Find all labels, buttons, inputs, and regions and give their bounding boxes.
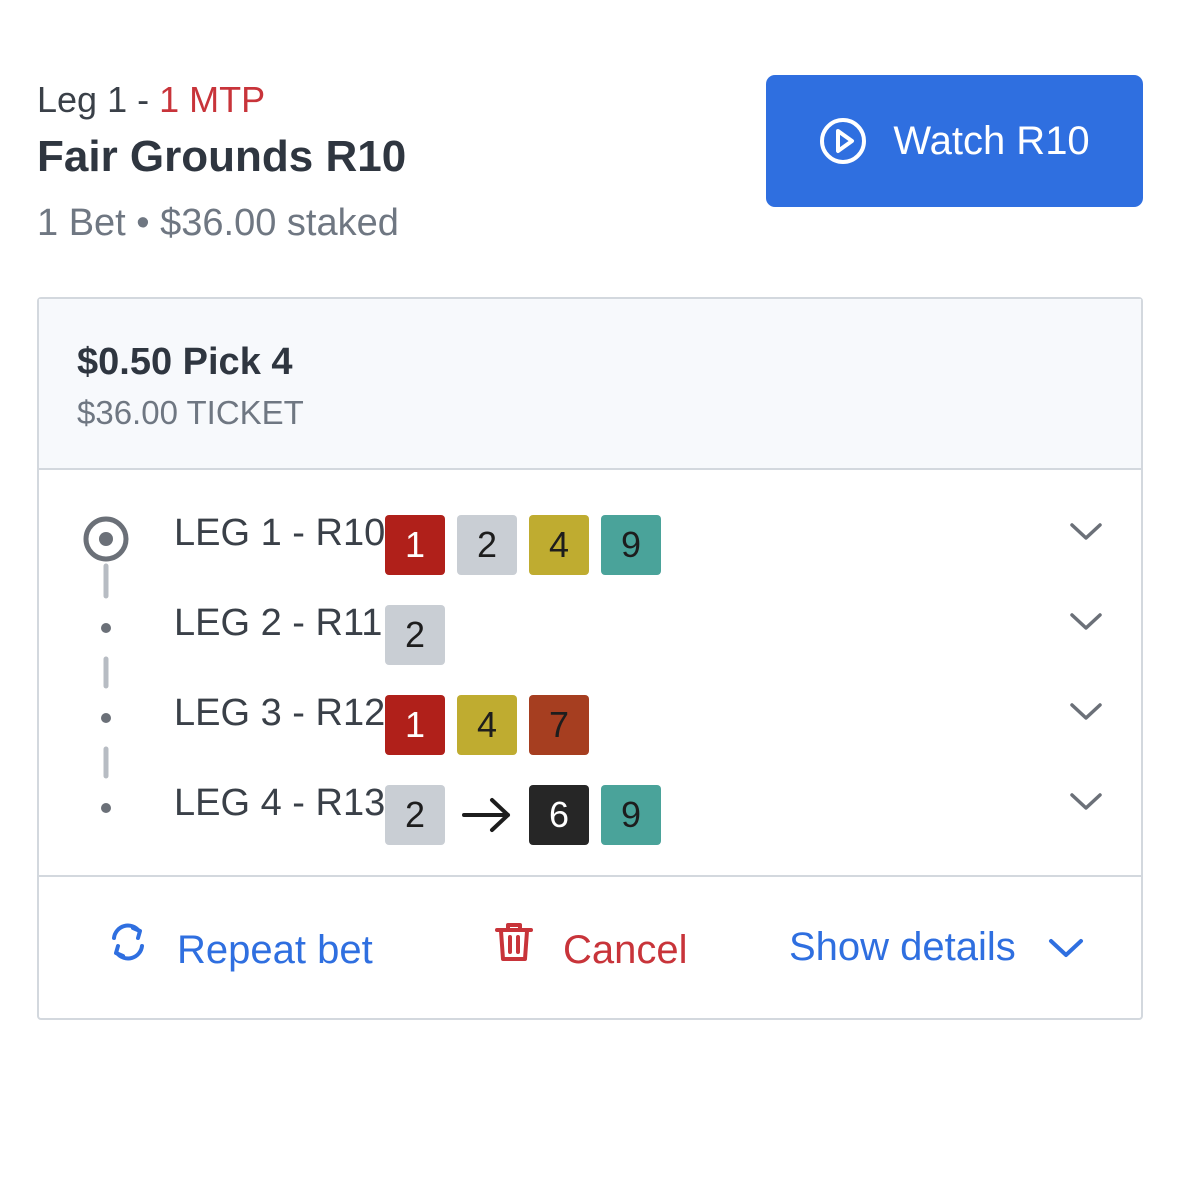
leg-label: LEG 3 - R12 (174, 692, 386, 734)
runner-chip-scratched: 2 (385, 785, 445, 845)
leg-row[interactable]: LEG 1 - R10 1 2 4 9 (39, 507, 1141, 575)
bet-summary: 1 Bet • $36.00 staked (37, 202, 399, 244)
chevron-down-icon[interactable] (1069, 701, 1103, 728)
runner-chip: 4 (457, 695, 517, 755)
runner-chip: 9 (601, 785, 661, 845)
runner-chip: 4 (529, 515, 589, 575)
show-details-label: Show details (789, 925, 1016, 969)
bet-card-header: $0.50 Pick 4 $36.00 TICKET (39, 299, 1141, 470)
watch-race-button[interactable]: Watch R10 (766, 75, 1143, 207)
leg-row[interactable]: LEG 4 - R13 2 6 9 (39, 777, 1141, 845)
chevron-down-icon[interactable] (1069, 521, 1103, 548)
chevron-down-icon (1048, 919, 1084, 975)
play-circle-icon (819, 117, 867, 165)
track-title: Fair Grounds R10 (37, 132, 407, 181)
race-header: Leg 1 - 1 MTP Fair Grounds R10 1 Bet • $… (37, 76, 406, 248)
repeat-bet-label: Repeat bet (177, 927, 373, 972)
watch-race-label: Watch R10 (893, 118, 1090, 163)
runner-chip: 7 (529, 695, 589, 755)
bet-card: $0.50 Pick 4 $36.00 TICKET LEG 1 - R10 1… (37, 297, 1143, 1020)
leg-label: LEG 2 - R11 (174, 602, 383, 644)
chevron-down-icon[interactable] (1069, 611, 1103, 638)
mtp-badge: 1 MTP (159, 79, 266, 120)
leg-row[interactable]: LEG 3 - R12 1 4 7 (39, 687, 1141, 755)
runner-list: 2 6 9 (385, 785, 661, 845)
runner-list: 2 (385, 605, 445, 665)
trash-icon (491, 919, 537, 980)
bet-type: $0.50 Pick 4 (77, 341, 293, 383)
runner-chip: 2 (457, 515, 517, 575)
ticket-amount: $36.00 TICKET (77, 394, 304, 431)
leg-label: LEG 1 - R10 (174, 512, 386, 554)
runner-chip: 1 (385, 695, 445, 755)
runner-chip: 6 (529, 785, 589, 845)
leg-prefix: Leg 1 - (37, 79, 160, 120)
cancel-bet-label: Cancel (563, 927, 688, 972)
runner-chip: 9 (601, 515, 661, 575)
leg-label: LEG 4 - R13 (174, 782, 386, 824)
chevron-down-icon[interactable] (1069, 791, 1103, 818)
repeat-bet-button[interactable]: Repeat bet (105, 919, 373, 980)
runner-list: 1 4 7 (385, 695, 589, 755)
show-details-button[interactable]: Show details (789, 919, 1084, 975)
bet-actions: Repeat bet Cancel Show details (39, 875, 1141, 1020)
runner-list: 1 2 4 9 (385, 515, 661, 575)
legs-list: LEG 1 - R10 1 2 4 9 LEG 2 - R11 2 LEG 3 … (39, 470, 1141, 875)
arrow-right-icon (457, 785, 517, 845)
repeat-icon (105, 919, 151, 980)
cancel-bet-button[interactable]: Cancel (491, 919, 688, 980)
leg-row[interactable]: LEG 2 - R11 2 (39, 597, 1141, 665)
leg-status: Leg 1 - 1 MTP (37, 76, 406, 124)
runner-chip: 1 (385, 515, 445, 575)
runner-chip: 2 (385, 605, 445, 665)
